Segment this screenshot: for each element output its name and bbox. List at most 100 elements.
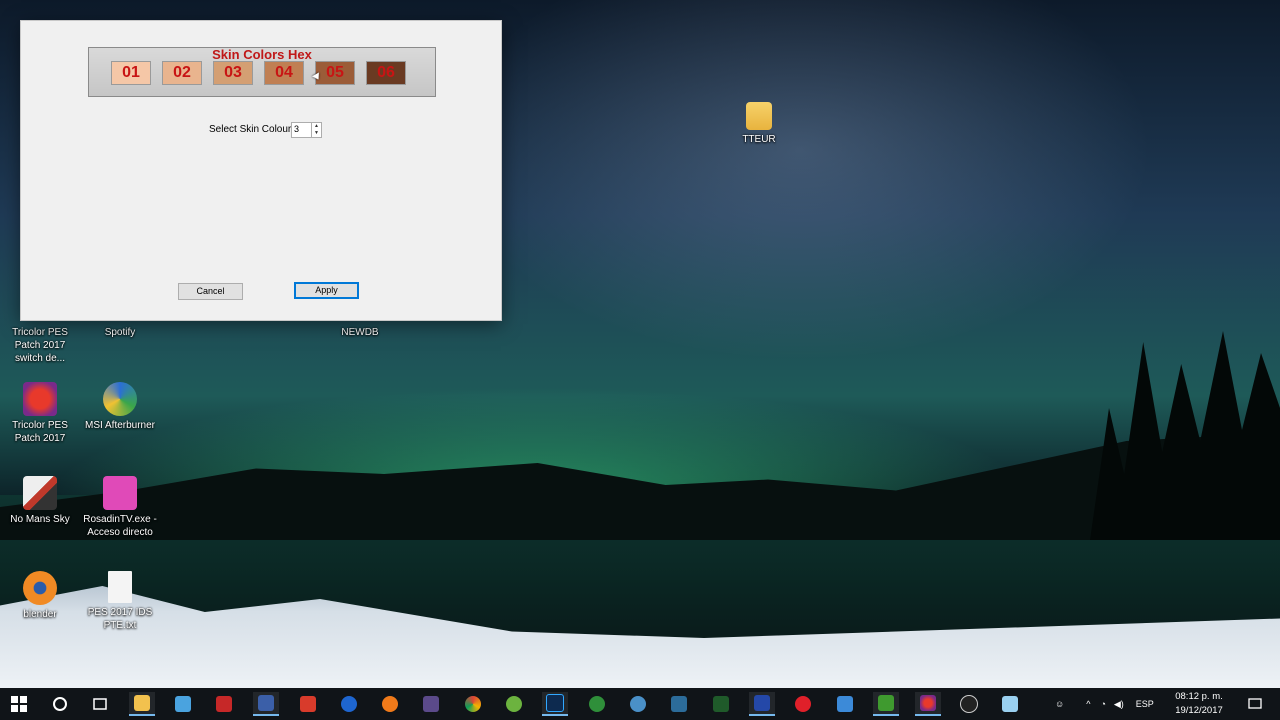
- opera-icon: [795, 696, 811, 712]
- globe-icon: [630, 696, 646, 712]
- taskbar-tool-app[interactable]: [666, 692, 692, 716]
- terminal-icon: [713, 696, 729, 712]
- desktop-icon-msi-afterburner[interactable]: MSI Afterburner: [80, 382, 160, 432]
- task-view-icon: [93, 698, 107, 710]
- wallpaper-hills: [0, 430, 1280, 540]
- desktop-icon-label: blender: [23, 609, 57, 620]
- skin-colour-dialog: Skin Colors Hex 01 02 03 04 05 06 Select…: [21, 21, 501, 320]
- purple-app-icon: [423, 696, 439, 712]
- notepad-icon: [1002, 696, 1018, 712]
- desktop-icon-label: NEWDB: [341, 327, 379, 338]
- action-center-button[interactable]: [1242, 692, 1268, 716]
- si-app-icon: [754, 695, 770, 711]
- clock[interactable]: 08:12 p. m. 19/12/2017: [1164, 690, 1234, 718]
- start-button[interactable]: [6, 692, 32, 716]
- skin-colors-banner: Skin Colors Hex 01 02 03 04 05 06: [88, 47, 436, 97]
- taskbar: ☺ ^ ◔ ◀) ESP 08:12 p. m. 19/12/2017: [0, 688, 1280, 720]
- sketchup-icon: [300, 696, 316, 712]
- wallpaper-trees: [1090, 331, 1280, 540]
- taskbar-steam-like[interactable]: [625, 692, 651, 716]
- taskbar-tricolor-app[interactable]: [915, 692, 941, 716]
- skin-colour-value[interactable]: 3: [294, 124, 299, 134]
- taskbar-xbox[interactable]: [584, 692, 610, 716]
- desktop-icon-label: MSI Afterburner: [84, 420, 156, 431]
- task-view-button[interactable]: [87, 692, 113, 716]
- desktop-icon-label: Spotify: [104, 327, 136, 338]
- desktop-icon-no-mans-sky[interactable]: No Mans Sky: [0, 476, 80, 526]
- skin-swatch-02[interactable]: 02: [162, 61, 202, 85]
- taskbar-window-app[interactable]: [170, 692, 196, 716]
- taskbar-avast[interactable]: [377, 692, 403, 716]
- obs-icon: [960, 695, 978, 713]
- taskbar-notepad[interactable]: [997, 692, 1023, 716]
- taskbar-r-app[interactable]: [253, 692, 279, 716]
- select-skin-colour-label: Select Skin Colour: [209, 124, 292, 135]
- system-tray: ☺ ^ ◔ ◀) ESP: [1055, 688, 1154, 720]
- taskbar-photoshop[interactable]: [542, 692, 568, 716]
- blender-icon: [23, 571, 57, 605]
- cancel-button[interactable]: Cancel: [178, 283, 243, 300]
- desktop-icon-rosadintv[interactable]: RosadinTV.exe - Acceso directo: [80, 476, 160, 539]
- r-app-icon: [258, 695, 274, 711]
- desktop-icon-newdb[interactable]: NEWDB: [320, 326, 400, 339]
- no-mans-sky-icon: [23, 476, 57, 510]
- desktop-icon-label: PES 2017 IDS PTE.txt: [87, 607, 153, 631]
- notification-icon: [1248, 698, 1262, 709]
- skin-swatch-03[interactable]: 03: [213, 61, 253, 85]
- chevron-up-icon[interactable]: ▲: [312, 123, 321, 130]
- taskbar-sketchup[interactable]: [295, 692, 321, 716]
- taskbar-utorrent[interactable]: [501, 692, 527, 716]
- desktop-icon-tricolor-switch[interactable]: Tricolor PES Patch 2017 switch de...: [0, 326, 80, 365]
- chrome-icon: [465, 696, 481, 712]
- folder-icon: [134, 695, 150, 711]
- desktop-icon-label: Tricolor PES Patch 2017 switch de...: [12, 327, 68, 364]
- skin-swatch-05[interactable]: 05: [315, 61, 355, 85]
- skin-swatch-06[interactable]: 06: [366, 61, 406, 85]
- volume-icon[interactable]: ◀): [1114, 699, 1124, 710]
- blue-app-icon: [837, 696, 853, 712]
- taskbar-purple-app[interactable]: [418, 692, 444, 716]
- taskbar-chrome[interactable]: [460, 692, 486, 716]
- desktop-icon-tricolor[interactable]: Tricolor PES Patch 2017: [0, 382, 80, 445]
- desktop-icon-label: Tricolor PES Patch 2017: [12, 420, 68, 444]
- tricolor-app-icon: [920, 695, 936, 711]
- taskbar-blue-app[interactable]: [832, 692, 858, 716]
- chevron-down-icon[interactable]: ▼: [312, 130, 321, 137]
- desktop-icon-tteur[interactable]: TTEUR: [719, 102, 799, 146]
- apply-button[interactable]: Apply: [294, 282, 359, 299]
- taskbar-opera[interactable]: [790, 692, 816, 716]
- cortana-icon: [53, 697, 67, 711]
- desktop-icon-label: No Mans Sky: [10, 514, 70, 525]
- desktop-icon-spotify[interactable]: Spotify: [80, 326, 160, 339]
- taskbar-terminal[interactable]: [708, 692, 734, 716]
- window-icon: [175, 696, 191, 712]
- taskbar-si-app[interactable]: [749, 692, 775, 716]
- chevron-up-icon[interactable]: ^: [1086, 699, 1090, 709]
- taskbar-green-app[interactable]: [873, 692, 899, 716]
- search-button[interactable]: [47, 692, 73, 716]
- taskbar-obs[interactable]: [956, 692, 982, 716]
- clock-date: 19/12/2017: [1175, 705, 1223, 716]
- avast-icon: [382, 696, 398, 712]
- skin-colour-stepper[interactable]: 3 ▲ ▼: [291, 122, 322, 138]
- banner-title: Skin Colors Hex: [212, 47, 312, 62]
- utorrent-icon: [506, 696, 522, 712]
- rosadintv-icon: [103, 476, 137, 510]
- desktop-icon-pes-txt[interactable]: PES 2017 IDS PTE.txt: [80, 571, 160, 632]
- shield-icon: [341, 696, 357, 712]
- red-app-icon: [216, 696, 232, 712]
- desktop-icon-blender[interactable]: blender: [0, 571, 80, 621]
- tricolor-app-icon: [23, 382, 57, 416]
- language-indicator[interactable]: ESP: [1136, 699, 1154, 709]
- taskbar-red-app[interactable]: [211, 692, 237, 716]
- msi-afterburner-icon: [103, 382, 137, 416]
- stepper-buttons: ▲ ▼: [311, 123, 321, 137]
- taskbar-file-explorer[interactable]: [129, 692, 155, 716]
- skin-swatch-01[interactable]: 01: [111, 61, 151, 85]
- taskbar-shield-app[interactable]: [336, 692, 362, 716]
- skin-swatch-04[interactable]: 04: [264, 61, 304, 85]
- photoshop-icon: [546, 694, 564, 712]
- xbox-icon: [589, 696, 605, 712]
- network-icon[interactable]: ◔: [1100, 699, 1105, 709]
- people-icon[interactable]: ☺: [1055, 699, 1064, 709]
